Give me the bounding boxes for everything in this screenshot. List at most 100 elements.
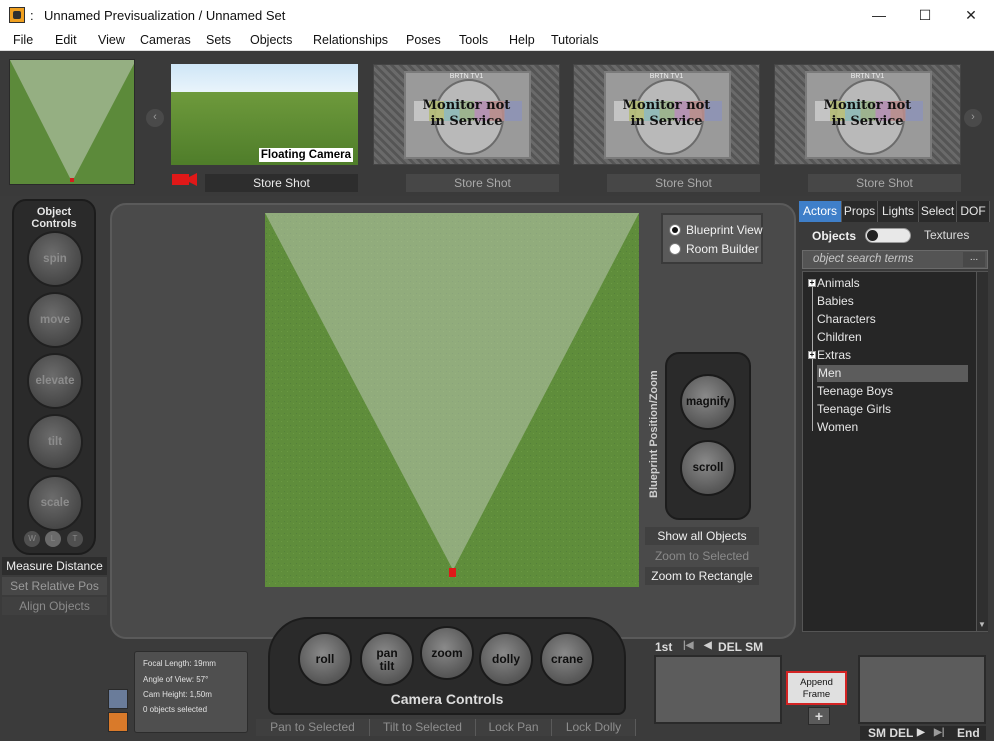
first-frame-label[interactable]: 1st xyxy=(655,640,672,654)
room-builder-radio[interactable]: Room Builder xyxy=(669,242,759,258)
shot-thumbnail[interactable]: Floating Camera xyxy=(171,64,358,165)
tab-props[interactable]: Props xyxy=(842,201,878,222)
show-all-objects-button[interactable]: Show all Objects xyxy=(645,527,759,545)
tilt-to-selected-button[interactable]: Tilt to Selected xyxy=(370,719,476,736)
tab-lights[interactable]: Lights xyxy=(878,201,919,222)
object-tree: + Animals Babies Characters Children + E… xyxy=(802,271,988,632)
end-frame-label[interactable]: End xyxy=(957,726,980,740)
previous-frame-box[interactable] xyxy=(654,655,782,724)
tree-item-children[interactable]: Children xyxy=(817,329,862,346)
app-icon xyxy=(9,7,25,23)
objects-textures-toggle[interactable] xyxy=(865,228,911,243)
search-placeholder: object search terms xyxy=(813,253,914,265)
magnify-knob[interactable]: magnify xyxy=(680,374,736,430)
store-shot-button[interactable]: Store Shot xyxy=(808,174,961,192)
shots-next-arrow[interactable]: › xyxy=(964,109,982,127)
scroll-knob[interactable]: scroll xyxy=(680,440,736,496)
lock-pan-button[interactable]: Lock Pan xyxy=(476,719,552,736)
add-frame-button[interactable]: + xyxy=(808,707,830,725)
tree-item-men[interactable]: Men xyxy=(817,365,968,382)
measure-distance-button[interactable]: Measure Distance xyxy=(2,557,107,575)
elevate-knob[interactable]: elevate xyxy=(27,353,83,409)
tree-item-extras[interactable]: Extras xyxy=(817,347,851,364)
shot-thumbnail-empty[interactable]: BRTN TV1 Monitor not in Service xyxy=(373,64,560,165)
expand-icon[interactable]: + xyxy=(808,279,816,287)
shot-thumbnail-empty[interactable]: BRTN TV1 Monitor not in Service xyxy=(573,64,760,165)
menu-edit[interactable]: Edit xyxy=(55,33,77,47)
append-frame-button[interactable]: Append Frame xyxy=(786,671,847,705)
tree-item-animals[interactable]: Animals xyxy=(817,275,860,292)
set-relative-pos-button[interactable]: Set Relative Pos xyxy=(2,577,107,595)
menu-tutorials[interactable]: Tutorials xyxy=(551,33,598,47)
tree-item-babies[interactable]: Babies xyxy=(817,293,854,310)
menu-objects[interactable]: Objects xyxy=(250,33,292,47)
camera-preview[interactable] xyxy=(9,59,135,185)
shots-prev-arrow[interactable]: ‹ xyxy=(146,109,164,127)
tree-item-women[interactable]: Women xyxy=(817,419,858,436)
object-controls-panel: Object Controls spin move elevate tilt sc… xyxy=(12,199,96,555)
object-cube-icon[interactable] xyxy=(108,712,128,732)
close-button[interactable]: ✕ xyxy=(948,0,994,31)
store-shot-button[interactable]: Store Shot xyxy=(205,174,358,192)
shot-thumbnail-empty[interactable]: BRTN TV1 Monitor not in Service xyxy=(774,64,961,165)
menu-poses[interactable]: Poses xyxy=(406,33,441,47)
align-objects-button[interactable]: Align Objects xyxy=(2,597,107,615)
zoom-to-rectangle-button[interactable]: Zoom to Rectangle xyxy=(645,567,759,585)
selection-count-readout: 0 objects selected xyxy=(143,705,208,714)
object-search-input[interactable]: object search terms ... xyxy=(802,250,988,269)
zoom-knob[interactable]: zoom xyxy=(420,626,474,680)
zoom-to-selected-button[interactable]: Zoom to Selected xyxy=(645,547,759,565)
del-sm-button[interactable]: DEL SM xyxy=(718,640,763,654)
next-frame-icon[interactable]: ▶ xyxy=(917,727,925,738)
tree-item-characters[interactable]: Characters xyxy=(817,311,876,328)
search-options-button[interactable]: ... xyxy=(963,252,985,267)
menu-file[interactable]: File xyxy=(13,33,33,47)
store-shot-button[interactable]: Store Shot xyxy=(607,174,760,192)
sm-del-button[interactable]: SM DEL xyxy=(868,726,913,740)
minimize-button[interactable]: — xyxy=(856,0,902,31)
title-bar: : Unnamed Previsualization / Unnamed Set… xyxy=(0,0,994,31)
first-frame-icon[interactable]: |◀ xyxy=(683,640,694,651)
pan-to-selected-button[interactable]: Pan to Selected xyxy=(256,719,370,736)
prev-frame-icon[interactable]: ◀ xyxy=(704,640,712,651)
dolly-knob[interactable]: dolly xyxy=(479,632,533,686)
menu-relationships[interactable]: Relationships xyxy=(313,33,388,47)
tree-item-teenage-boys[interactable]: Teenage Boys xyxy=(817,383,893,400)
tab-select[interactable]: Select xyxy=(919,201,957,222)
next-frame-box[interactable] xyxy=(858,655,986,724)
tab-actors[interactable]: Actors xyxy=(799,201,842,222)
object-cube-icon[interactable] xyxy=(108,689,128,709)
mini-t-button[interactable]: T xyxy=(67,531,83,547)
monitor-label: BRTN TV1 xyxy=(449,73,484,80)
monitor-label: BRTN TV1 xyxy=(649,73,684,80)
tilt-knob[interactable]: tilt xyxy=(27,414,83,470)
store-shot-button[interactable]: Store Shot xyxy=(406,174,559,192)
lock-dolly-button[interactable]: Lock Dolly xyxy=(552,719,636,736)
pan-tilt-knob[interactable]: pan tilt xyxy=(360,632,414,686)
mini-l-button[interactable]: L xyxy=(45,531,61,547)
scale-knob[interactable]: scale xyxy=(27,475,83,531)
tree-scrollbar[interactable]: ▼ xyxy=(976,272,988,631)
camera-marker[interactable] xyxy=(449,568,456,577)
menu-view[interactable]: View xyxy=(98,33,125,47)
menu-cameras[interactable]: Cameras xyxy=(140,33,191,47)
menu-tools[interactable]: Tools xyxy=(459,33,488,47)
mini-w-button[interactable]: W xyxy=(24,531,40,547)
crane-knob[interactable]: crane xyxy=(540,632,594,686)
blueprint-view-radio[interactable]: Blueprint View xyxy=(669,223,763,239)
move-knob[interactable]: move xyxy=(27,292,83,348)
expand-icon[interactable]: + xyxy=(808,351,816,359)
maximize-button[interactable]: ☐ xyxy=(902,0,948,31)
monitor-not-in-service: Monitor not in Service xyxy=(823,98,912,129)
roll-knob[interactable]: roll xyxy=(298,632,352,686)
video-camera-icon[interactable] xyxy=(172,172,198,186)
scroll-down-icon[interactable]: ▼ xyxy=(978,620,986,629)
monitor-label: BRTN TV1 xyxy=(850,73,885,80)
menu-help[interactable]: Help xyxy=(509,33,535,47)
blueprint-view[interactable] xyxy=(265,213,639,587)
menu-sets[interactable]: Sets xyxy=(206,33,231,47)
last-frame-icon[interactable]: ▶| xyxy=(934,727,945,738)
tab-dof[interactable]: DOF xyxy=(957,201,990,222)
spin-knob[interactable]: spin xyxy=(27,231,83,287)
tree-item-teenage-girls[interactable]: Teenage Girls xyxy=(817,401,891,418)
